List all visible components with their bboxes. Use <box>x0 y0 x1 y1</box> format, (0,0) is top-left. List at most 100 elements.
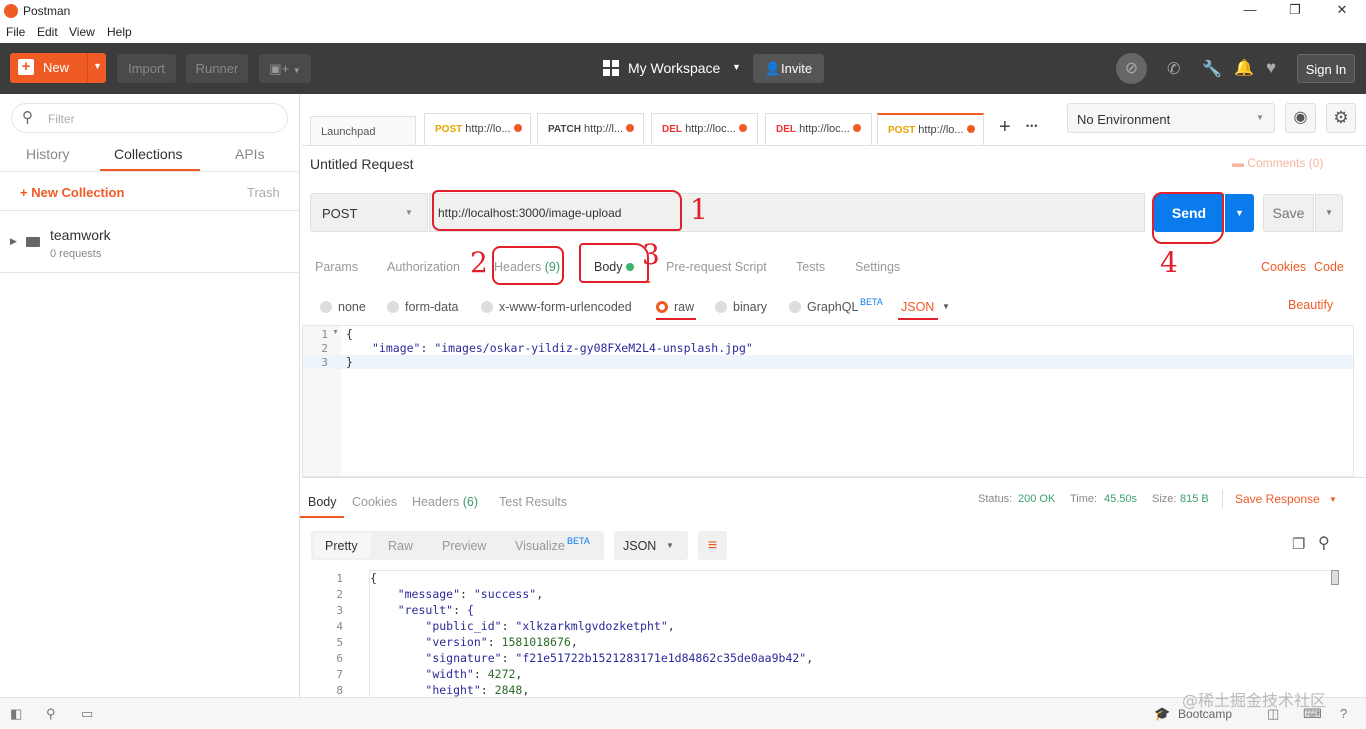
response-tab-headers[interactable]: Headers (6) <box>412 495 478 509</box>
tab-prerequest-script[interactable]: Pre-request Script <box>666 260 767 274</box>
help-icon[interactable]: ? <box>1340 706 1347 721</box>
chevron-down-icon[interactable]: ▼ <box>93 61 102 71</box>
import-button[interactable]: Import <box>117 54 176 83</box>
console-icon[interactable]: ▭ <box>81 706 93 722</box>
menu-edit[interactable]: Edit <box>37 25 58 39</box>
divider <box>302 145 1366 146</box>
plus-icon: + <box>18 59 34 75</box>
tab-collections[interactable]: Collections <box>114 146 182 162</box>
response-tab-body[interactable]: Body <box>308 495 337 509</box>
search-icon[interactable]: ⚲ <box>1318 533 1330 553</box>
radio-form-data[interactable] <box>387 301 399 316</box>
wrench-icon[interactable]: 🔧 <box>1202 59 1222 79</box>
cookies-link[interactable]: Cookies <box>1261 260 1306 274</box>
add-tab-icon[interactable]: + <box>999 116 1011 139</box>
wrap-lines-icon[interactable]: ≡ <box>698 531 727 560</box>
comments-button[interactable]: ▬ Comments (0) <box>1232 156 1323 170</box>
radio-urlencoded[interactable] <box>481 301 493 316</box>
request-tab[interactable]: PATCH http://l... <box>537 113 644 145</box>
method-label: POST <box>322 206 358 221</box>
size-value[interactable]: 815 B <box>1180 493 1209 505</box>
request-tab[interactable]: DEL http://loc... <box>765 113 872 145</box>
invite-button[interactable]: 👤Invite <box>753 54 824 83</box>
scrollbar[interactable] <box>1331 570 1339 585</box>
tab-settings[interactable]: Settings <box>855 260 900 274</box>
chevron-right-icon[interactable]: ▶ <box>10 236 17 247</box>
new-window-button[interactable]: ▣+ ▼ <box>259 54 311 83</box>
response-tab-cookies[interactable]: Cookies <box>352 495 397 509</box>
trash-button[interactable]: Trash <box>247 185 280 200</box>
status-value[interactable]: 200 OK <box>1018 493 1055 505</box>
satellite-icon[interactable]: ✆ <box>1167 59 1180 79</box>
sign-in-button[interactable]: Sign In <box>1297 54 1355 83</box>
radio-graphql-label: GraphQL <box>807 300 859 314</box>
menu-file[interactable]: File <box>6 25 25 39</box>
runner-button[interactable]: Runner <box>186 54 248 83</box>
tab-authorization[interactable]: Authorization <box>387 260 460 274</box>
time-value[interactable]: 45.50s <box>1104 493 1137 505</box>
tab-url: http://lo... <box>465 123 511 135</box>
annotation-box <box>492 246 564 285</box>
workspace-grid-icon <box>603 60 619 76</box>
gear-icon[interactable]: ⚙ <box>1326 103 1356 133</box>
radio-binary[interactable] <box>715 301 727 316</box>
filter-input[interactable]: ⚲ Filter <box>11 103 288 133</box>
radio-urlencoded-label: x-www-form-urlencoded <box>499 300 632 314</box>
minimize-icon[interactable]: — <box>1235 2 1265 17</box>
fold-icon[interactable]: ▼ <box>332 329 339 336</box>
collection-name[interactable]: teamwork <box>50 227 111 243</box>
more-tabs-icon[interactable]: ••• <box>1026 121 1038 131</box>
bell-icon[interactable]: 🔔 <box>1234 58 1254 78</box>
tab-history[interactable]: History <box>26 146 70 162</box>
method-select[interactable]: POST ▼ <box>310 193 428 232</box>
chevron-down-icon[interactable]: ▼ <box>732 62 741 72</box>
radio-graphql[interactable] <box>789 301 801 316</box>
response-format-select[interactable]: JSON ▼ <box>614 531 688 560</box>
annotation-number: 1 <box>690 193 708 226</box>
chevron-down-icon[interactable]: ▼ <box>942 302 950 311</box>
save-response-button[interactable]: Save Response <box>1235 492 1320 506</box>
menu-help[interactable]: Help <box>107 25 132 39</box>
radio-raw-label: raw <box>674 300 695 314</box>
request-tab-active[interactable]: POST http://lo... <box>877 113 984 145</box>
language-select[interactable]: JSON <box>901 300 934 314</box>
line-number: 4 <box>336 620 343 633</box>
request-tab[interactable]: DEL http://loc... <box>651 113 758 145</box>
menu-view[interactable]: View <box>69 25 95 39</box>
view-preview-button[interactable]: Preview <box>442 539 486 553</box>
divider <box>0 171 300 172</box>
workspace-selector[interactable]: My Workspace <box>628 60 720 76</box>
find-icon[interactable]: ⚲ <box>46 706 56 722</box>
view-raw-button[interactable]: Raw <box>388 539 413 553</box>
tab-launchpad[interactable]: Launchpad <box>310 116 416 145</box>
postman-logo-icon <box>4 4 18 18</box>
send-options-icon[interactable]: ▼ <box>1225 194 1254 232</box>
copy-icon[interactable]: ❐ <box>1292 535 1305 553</box>
radio-none[interactable] <box>320 301 332 316</box>
tab-tests[interactable]: Tests <box>796 260 825 274</box>
heart-icon[interactable]: ♥ <box>1266 58 1276 78</box>
restore-icon[interactable]: ❐ <box>1280 2 1310 18</box>
code-link[interactable]: Code <box>1314 260 1344 274</box>
view-visualize-button[interactable]: Visualize <box>515 539 565 553</box>
tab-apis[interactable]: APIs <box>235 146 265 162</box>
method-label: POST <box>888 125 916 136</box>
sync-off-icon[interactable]: ⊘ <box>1116 53 1147 84</box>
eye-icon[interactable]: ◉ <box>1285 103 1316 133</box>
view-pretty-button[interactable]: Pretty <box>325 539 358 553</box>
save-button[interactable]: Save <box>1263 194 1314 232</box>
sidebar-toggle-icon[interactable]: ◧ <box>10 706 22 722</box>
beautify-link[interactable]: Beautify <box>1288 298 1333 312</box>
request-title[interactable]: Untitled Request <box>310 156 414 172</box>
radio-raw[interactable] <box>656 301 668 316</box>
save-options-icon[interactable]: ▼ <box>1315 194 1343 232</box>
tab-params[interactable]: Params <box>315 260 358 274</box>
new-button[interactable]: + New ▼ <box>10 53 106 83</box>
response-tab-tests[interactable]: Test Results <box>499 495 567 509</box>
close-icon[interactable]: ✕ <box>1327 2 1357 18</box>
chevron-down-icon[interactable]: ▼ <box>1329 495 1337 504</box>
request-tab[interactable]: POST http://lo... <box>424 113 531 145</box>
environment-select[interactable]: No Environment ▼ <box>1067 103 1275 133</box>
search-icon: ⚲ <box>22 109 33 126</box>
new-collection-button[interactable]: + New Collection <box>20 185 124 200</box>
